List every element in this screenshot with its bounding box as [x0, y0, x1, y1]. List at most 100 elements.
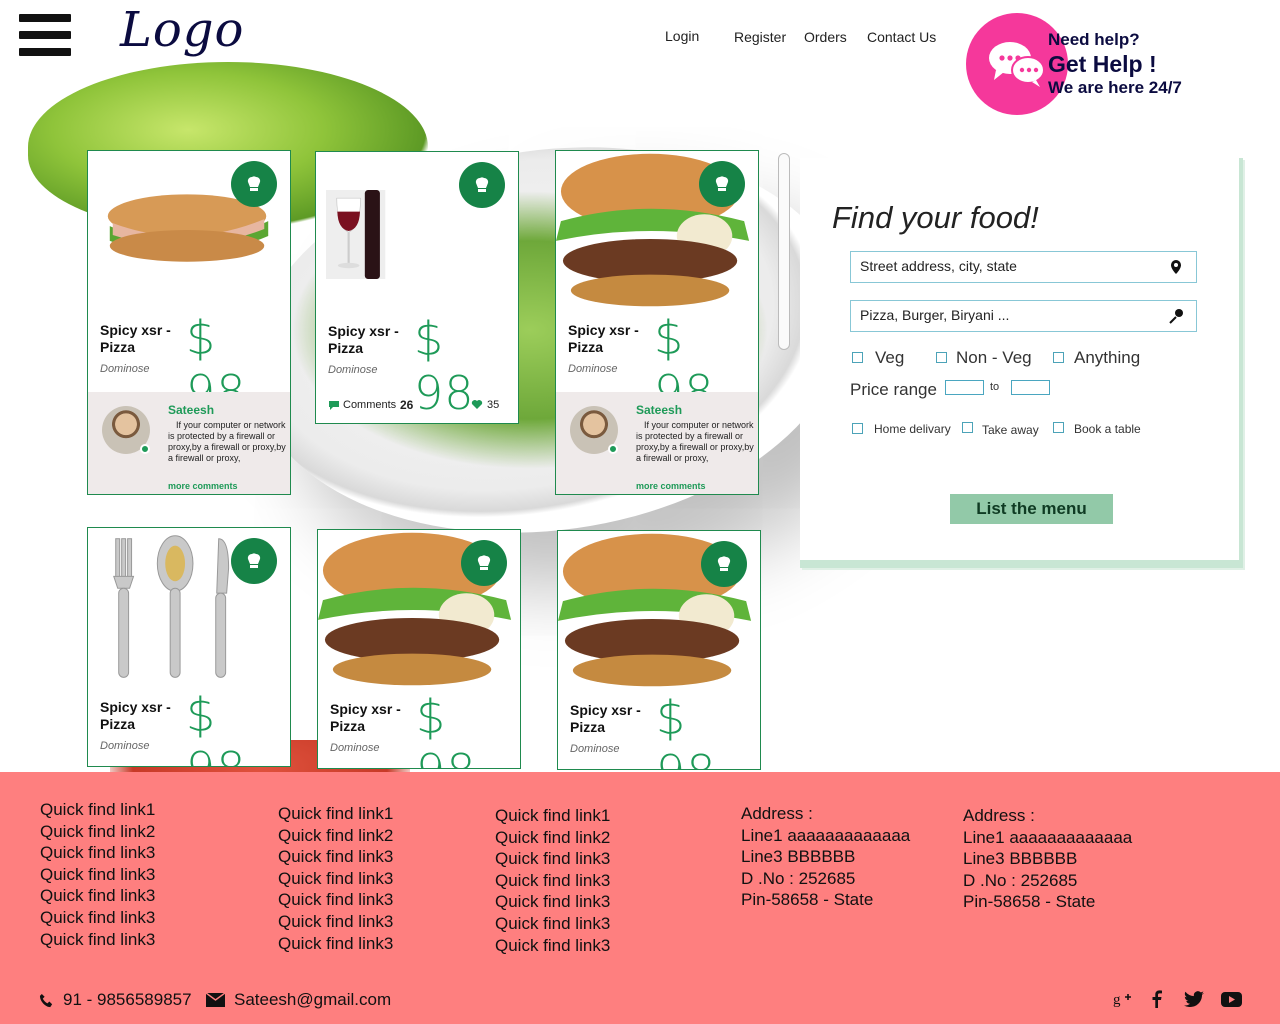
google-plus-icon[interactable]: g	[1112, 988, 1134, 1010]
twitter-icon[interactable]	[1183, 988, 1205, 1010]
more-comments-link[interactable]: more comments	[636, 481, 706, 491]
quick-link[interactable]: Quick find link3	[278, 933, 393, 955]
quick-link[interactable]: Quick find link1	[495, 805, 610, 827]
email-contact[interactable]: Sateesh@gmail.com	[206, 990, 391, 1010]
chef-hat-badge-icon[interactable]	[699, 161, 745, 207]
hamburger-menu-icon[interactable]	[19, 14, 71, 56]
quick-link[interactable]: Quick find link3	[40, 929, 155, 951]
more-comments-link[interactable]: more comments	[168, 481, 238, 491]
veg-label[interactable]: Veg	[875, 348, 904, 368]
phone-number[interactable]: 91 - 9856589857	[63, 990, 192, 1010]
food-card[interactable]: Spicy xsr - Pizza $ 98 Dominose Sateesh …	[87, 150, 291, 495]
item-price: $ 98	[186, 688, 246, 766]
get-help-label[interactable]: Get Help !	[1048, 51, 1182, 78]
food-placeholder: Pizza, Burger, Biryani ...	[860, 307, 1010, 323]
address-line: D .No : 252685	[963, 870, 1078, 890]
address-line: Line3 BBBBBB	[963, 849, 1078, 869]
veg-checkbox[interactable]	[852, 352, 863, 363]
quick-link[interactable]: Quick find link3	[40, 907, 155, 929]
item-brand: Dominose	[328, 364, 378, 376]
food-card[interactable]: Spicy xsr - Pizza $ 98 Dominose	[87, 527, 291, 767]
quick-link[interactable]: Quick find link3	[495, 891, 610, 913]
quick-link[interactable]: Quick find link1	[278, 803, 393, 825]
quick-link[interactable]: Quick find link3	[495, 913, 610, 935]
chef-hat-badge-icon[interactable]	[231, 538, 277, 584]
quick-link[interactable]: Quick find link3	[278, 889, 393, 911]
list-menu-button[interactable]: List the menu	[950, 494, 1113, 524]
facebook-icon[interactable]	[1146, 988, 1168, 1010]
phone-contact[interactable]: 91 - 9856589857	[39, 990, 192, 1010]
anything-label[interactable]: Anything	[1074, 348, 1140, 368]
logo[interactable]: Logo	[120, 2, 244, 58]
item-brand: Dominose	[570, 743, 620, 755]
home-delivery-checkbox[interactable]	[852, 423, 863, 434]
food-card[interactable]: Spicy xsr - Pizza $ 98 Dominose Comments…	[315, 151, 519, 424]
chef-hat-badge-icon[interactable]	[231, 161, 277, 207]
item-price: $ 98	[416, 690, 476, 768]
food-card[interactable]: Spicy xsr - Pizza $ 98 Dominose	[317, 529, 521, 769]
quick-link[interactable]: Quick find link3	[278, 846, 393, 868]
food-card[interactable]: Spicy xsr - Pizza $ 98 Dominose	[557, 530, 761, 770]
quick-link[interactable]: Quick find link3	[495, 935, 610, 957]
email-address[interactable]: Sateesh@gmail.com	[234, 990, 391, 1010]
quick-link[interactable]: Quick find link3	[278, 868, 393, 890]
quick-link[interactable]: Quick find link2	[278, 825, 393, 847]
phone-icon	[39, 993, 53, 1007]
heart-icon[interactable]	[471, 399, 483, 410]
quick-link[interactable]: Quick find link2	[40, 821, 155, 843]
book-table-checkbox[interactable]	[1053, 422, 1064, 433]
chef-hat-badge-icon[interactable]	[459, 162, 505, 208]
search-tool-icon[interactable]	[1168, 308, 1184, 324]
address-search-input[interactable]: Street address, city, state	[850, 251, 1197, 283]
youtube-icon[interactable]	[1220, 988, 1242, 1010]
quick-link[interactable]: Quick find link3	[40, 842, 155, 864]
price-to-label: to	[990, 381, 1000, 393]
take-away-label[interactable]: Take away	[982, 423, 1039, 437]
address-line: Line1 aaaaaaaaaaaaa	[963, 827, 1133, 847]
location-pin-icon[interactable]	[1168, 259, 1184, 275]
item-name: Spicy xsr - Pizza	[328, 323, 399, 356]
item-price: $ 98	[656, 691, 716, 769]
likes-count: 35	[487, 399, 500, 411]
address-placeholder: Street address, city, state	[860, 258, 1017, 274]
comments-label[interactable]: Comments	[343, 399, 396, 411]
item-name: Spicy xsr - Pizza	[568, 322, 639, 355]
comment-username[interactable]: Sateesh	[636, 403, 682, 417]
chef-hat-badge-icon[interactable]	[701, 541, 747, 587]
home-delivery-label[interactable]: Home delivary	[874, 422, 951, 436]
price-max-input[interactable]	[1011, 380, 1050, 395]
anything-checkbox[interactable]	[1053, 352, 1064, 363]
book-table-label[interactable]: Book a table	[1074, 422, 1141, 436]
address-line: Pin-58658 - State	[741, 890, 874, 910]
address-line: Line3 BBBBBB	[741, 847, 856, 867]
help-text[interactable]: Need help? Get Help ! We are here 24/7	[1048, 30, 1182, 98]
nav-contact-us[interactable]: Contact Us	[867, 29, 936, 45]
nav-login[interactable]: Login	[665, 28, 699, 44]
take-away-checkbox[interactable]	[962, 422, 973, 433]
non-veg-label[interactable]: Non - Veg	[956, 348, 1032, 368]
comment-text: If your computer or network is protected…	[636, 420, 754, 463]
quick-link[interactable]: Quick find link3	[278, 911, 393, 933]
online-status-icon	[608, 444, 618, 454]
quick-link[interactable]: Quick find link3	[495, 848, 610, 870]
support-hours-label: We are here 24/7	[1048, 78, 1182, 97]
find-food-title: Find your food!	[832, 200, 1039, 235]
non-veg-checkbox[interactable]	[936, 352, 947, 363]
quick-link[interactable]: Quick find link2	[495, 827, 610, 849]
price-range-label: Price range	[850, 380, 937, 399]
food-card[interactable]: Spicy xsr - Pizza $ 98 Dominose Sateesh …	[555, 150, 759, 495]
nav-register[interactable]: Register	[734, 29, 786, 45]
scrollbar[interactable]	[778, 153, 790, 350]
quick-link[interactable]: Quick find link3	[40, 864, 155, 886]
comment-username[interactable]: Sateesh	[168, 403, 214, 417]
address-block-2: Address : Line1 aaaaaaaaaaaaa Line3 BBBB…	[963, 805, 1132, 913]
quick-link[interactable]: Quick find link3	[40, 885, 155, 907]
svg-text:g: g	[1113, 992, 1121, 1008]
quick-link[interactable]: Quick find link3	[495, 870, 610, 892]
chef-hat-badge-icon[interactable]	[461, 540, 507, 586]
price-min-input[interactable]	[945, 380, 984, 395]
address-heading: Address :	[963, 806, 1035, 825]
nav-orders[interactable]: Orders	[804, 29, 847, 45]
food-search-input[interactable]: Pizza, Burger, Biryani ...	[850, 300, 1197, 332]
quick-link[interactable]: Quick find link1	[40, 799, 155, 821]
